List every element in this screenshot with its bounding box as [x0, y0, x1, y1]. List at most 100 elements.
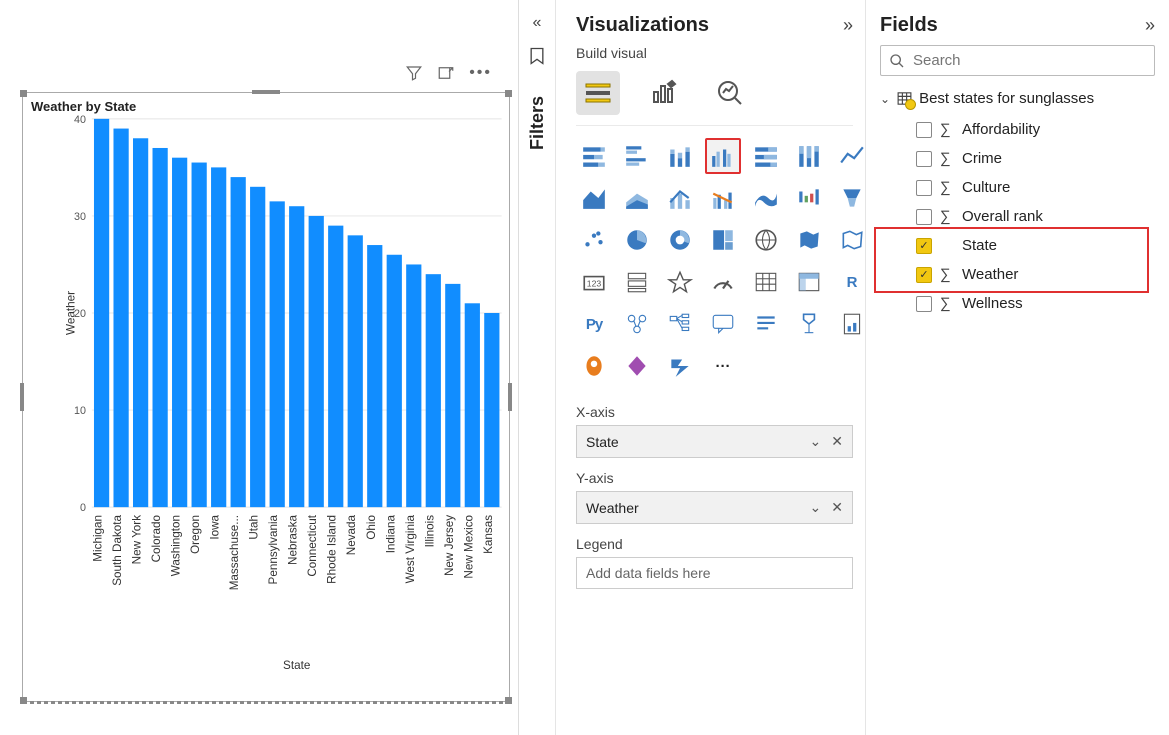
ribbon-icon[interactable]: [748, 180, 784, 216]
resize-handle[interactable]: [505, 90, 512, 97]
chevron-down-icon[interactable]: ⌄: [810, 433, 822, 450]
table-icon[interactable]: [748, 264, 784, 300]
key-influencers-icon[interactable]: [619, 306, 655, 342]
field-crime[interactable]: ∑Crime: [880, 144, 1155, 173]
resize-handle[interactable]: [23, 701, 509, 704]
svg-text:New Mexico: New Mexico: [462, 514, 475, 578]
arcgis-icon[interactable]: [576, 348, 612, 384]
card-icon[interactable]: 123: [576, 264, 612, 300]
line-stacked-col-icon[interactable]: [662, 180, 698, 216]
svg-text:Kansas: Kansas: [482, 515, 495, 554]
paginated-icon[interactable]: [834, 306, 866, 342]
svg-text:Nebraska: Nebraska: [287, 514, 300, 565]
scatter-icon[interactable]: [576, 222, 612, 258]
resize-handle[interactable]: [20, 90, 27, 97]
r-visual-icon[interactable]: R: [834, 264, 866, 300]
line-icon[interactable]: [834, 138, 866, 174]
legend-well[interactable]: Add data fields here: [576, 557, 853, 589]
resize-handle[interactable]: [505, 697, 512, 704]
checkbox[interactable]: [916, 296, 932, 312]
area-icon[interactable]: [576, 180, 612, 216]
focus-mode-icon[interactable]: [437, 64, 455, 82]
powerapps-icon[interactable]: [619, 348, 655, 384]
field-overall-rank[interactable]: ∑Overall rank: [880, 202, 1155, 231]
checkbox[interactable]: [916, 180, 932, 196]
field-weather[interactable]: ∑Weather: [880, 260, 1155, 289]
checkbox[interactable]: [916, 267, 932, 283]
checkbox[interactable]: [916, 238, 932, 254]
treemap-icon[interactable]: [705, 222, 741, 258]
clustered-bar-icon[interactable]: [619, 138, 655, 174]
svg-text:Indiana: Indiana: [384, 514, 397, 553]
azure-map-icon[interactable]: [834, 222, 866, 258]
stacked-area-icon[interactable]: [619, 180, 655, 216]
svg-text:123: 123: [587, 278, 602, 288]
100-stacked-bar-icon[interactable]: [748, 138, 784, 174]
py-visual-icon[interactable]: Py: [576, 306, 612, 342]
field-label: Wellness: [962, 295, 1023, 312]
resize-handle[interactable]: [20, 383, 24, 411]
build-visual-tab[interactable]: [576, 71, 620, 115]
yaxis-well[interactable]: Weather ⌄✕: [576, 491, 853, 524]
map-icon[interactable]: [748, 222, 784, 258]
bookmark-icon[interactable]: [527, 46, 547, 66]
column-chart[interactable]: 010203040MichiganSouth DakotaNew YorkCol…: [59, 113, 511, 673]
funnel-icon[interactable]: [834, 180, 866, 216]
svg-text:West Virginia: West Virginia: [404, 514, 417, 583]
svg-text:Utah: Utah: [248, 515, 261, 540]
waterfall-icon[interactable]: [791, 180, 827, 216]
qna-icon[interactable]: [705, 306, 741, 342]
resize-handle[interactable]: [252, 90, 280, 94]
remove-icon[interactable]: ✕: [831, 499, 843, 516]
100-stacked-column-icon[interactable]: [791, 138, 827, 174]
matrix-icon[interactable]: [791, 264, 827, 300]
field-culture[interactable]: ∑Culture: [880, 173, 1155, 202]
clustered-column-icon[interactable]: [705, 138, 741, 174]
format-visual-tab[interactable]: [642, 71, 686, 115]
field-label: Culture: [962, 179, 1010, 196]
collapse-viz-icon[interactable]: »: [843, 15, 853, 36]
search-input[interactable]: [913, 52, 1146, 69]
checkbox[interactable]: [916, 151, 932, 167]
svg-text:Michigan: Michigan: [92, 515, 105, 562]
fields-search[interactable]: [880, 45, 1155, 76]
remove-icon[interactable]: ✕: [831, 433, 843, 450]
svg-text:Rhode Island: Rhode Island: [326, 515, 339, 584]
more-options-icon[interactable]: •••: [469, 64, 492, 82]
multi-row-card-icon[interactable]: [619, 264, 655, 300]
field-state[interactable]: State: [880, 231, 1155, 260]
collapse-fields-icon[interactable]: »: [1145, 15, 1155, 36]
pie-icon[interactable]: [619, 222, 655, 258]
decomposition-icon[interactable]: [662, 306, 698, 342]
line-clustered-col-icon[interactable]: [705, 180, 741, 216]
visual-frame[interactable]: Weather by State 010203040MichiganSouth …: [22, 92, 510, 702]
analytics-tab[interactable]: [708, 71, 752, 115]
checkbox[interactable]: [916, 122, 932, 138]
stacked-bar-icon[interactable]: [576, 138, 612, 174]
gauge-icon[interactable]: [705, 264, 741, 300]
table-node[interactable]: ⌄ Best states for sunglasses: [880, 90, 1155, 107]
yaxis-label: Y-axis: [576, 470, 853, 486]
sigma-icon: ∑: [940, 121, 954, 138]
resize-handle[interactable]: [20, 697, 27, 704]
filter-icon[interactable]: [405, 64, 423, 82]
chevron-down-icon[interactable]: ⌄: [810, 499, 822, 516]
donut-icon[interactable]: [662, 222, 698, 258]
field-affordability[interactable]: ∑Affordability: [880, 115, 1155, 144]
smart-narrative-icon[interactable]: [748, 306, 784, 342]
power-automate-icon[interactable]: [662, 348, 698, 384]
xaxis-value: State: [586, 434, 619, 450]
goals-icon[interactable]: [791, 306, 827, 342]
checkbox[interactable]: [916, 209, 932, 225]
report-canvas[interactable]: ••• Weather by State 010203040MichiganSo…: [0, 0, 518, 735]
svg-text:Massachuse...: Massachuse...: [228, 515, 241, 590]
expand-filters-icon[interactable]: «: [533, 14, 542, 32]
kpi-icon[interactable]: [662, 264, 698, 300]
field-label: Overall rank: [962, 208, 1043, 225]
filled-map-icon[interactable]: [791, 222, 827, 258]
svg-text:Washington: Washington: [170, 515, 183, 576]
field-wellness[interactable]: ∑Wellness: [880, 289, 1155, 318]
stacked-column-icon[interactable]: [662, 138, 698, 174]
more-icon[interactable]: ···: [705, 348, 741, 384]
xaxis-well[interactable]: State ⌄ ✕: [576, 425, 853, 458]
